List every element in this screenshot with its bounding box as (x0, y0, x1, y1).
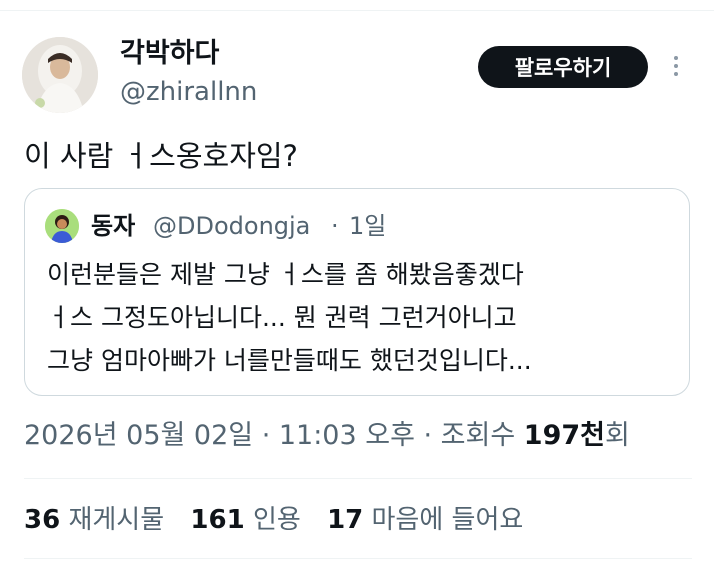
avatar-image (22, 37, 98, 113)
more-vertical-icon[interactable] (668, 52, 684, 82)
reposts-count: 36 (24, 505, 61, 535)
quoted-avatar[interactable] (45, 209, 79, 243)
quotes-count: 161 (190, 505, 245, 535)
author-display-name[interactable]: 각박하다 (120, 38, 219, 70)
avatar[interactable] (22, 37, 98, 113)
engagement-stats: 36 재게시물 161 인용 17 마음에 들어요 (24, 502, 541, 538)
more-dot (674, 56, 678, 60)
author-handle[interactable]: @zhirallnn (120, 76, 257, 108)
more-dot (674, 64, 678, 68)
quoted-text-line: 이런분들은 제발 그냥 ㅓ스를 좀 해봤음좋겠다 (47, 260, 524, 289)
more-dot (674, 72, 678, 76)
likes-stat[interactable]: 17 마음에 들어요 (327, 505, 541, 535)
quoted-separator: · (331, 212, 339, 240)
tweet-datetime[interactable]: 2026년 05월 02일 · 11:03 오후 · 조회수 (24, 420, 524, 451)
follow-button[interactable]: 팔로우하기 (478, 46, 648, 88)
likes-count: 17 (327, 505, 364, 535)
quoted-text: 이런분들은 제발 그냥 ㅓ스를 좀 해봤음좋겠다 ㅓ스 그정도아닙니다... 뭔… (47, 253, 677, 382)
quoted-display-name[interactable]: 동자 (91, 209, 135, 243)
quoted-timestamp[interactable]: 1일 (349, 209, 386, 243)
tweet-metadata: 2026년 05월 02일 · 11:03 오후 · 조회수 197천회 (24, 418, 630, 454)
divider (24, 558, 692, 559)
reposts-label: 재게시물 (68, 505, 165, 535)
quoted-text-line: ㅓ스 그정도아닙니다... 뭔 권력 그런거아니고 (47, 303, 517, 332)
quoted-avatar-image (45, 209, 79, 243)
tweet-text: 이 사람 ㅓ스옹호자임? (24, 139, 298, 173)
views-suffix: 회 (604, 420, 630, 451)
divider (24, 478, 692, 479)
quoted-handle[interactable]: @DDodongja (153, 209, 310, 243)
likes-label: 마음에 들어요 (371, 505, 524, 535)
quotes-stat[interactable]: 161 인용 (190, 505, 318, 535)
views-count: 197천 (523, 420, 605, 451)
top-divider (0, 10, 714, 11)
quotes-label: 인용 (252, 505, 301, 535)
quoted-tweet-card[interactable]: 동자 @DDodongja · 1일 이런분들은 제발 그냥 ㅓ스를 좀 해봤음… (24, 188, 690, 396)
quoted-text-line: 그냥 엄마아빠가 너를만들때도 했던것입니다... (47, 346, 532, 375)
reposts-stat[interactable]: 36 재게시물 (24, 505, 182, 535)
